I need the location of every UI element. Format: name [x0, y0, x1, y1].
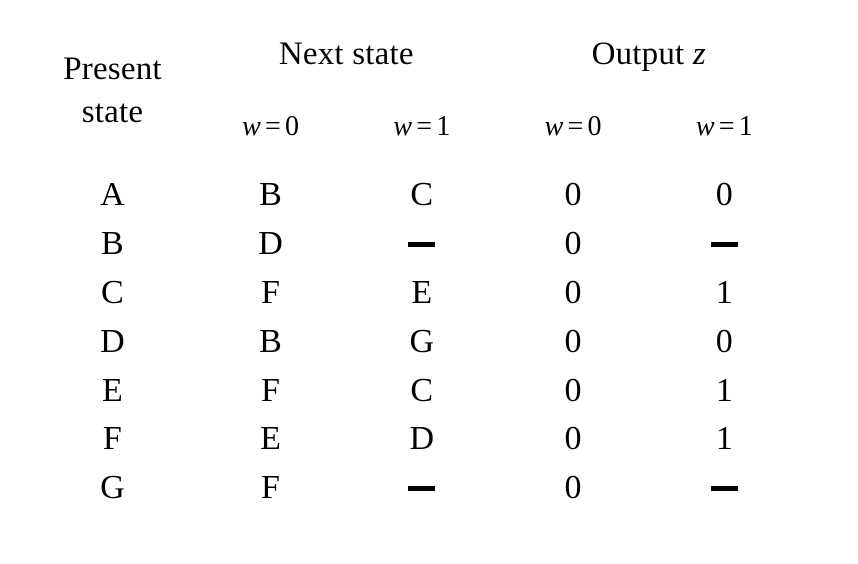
subheader-var-w: w [544, 110, 564, 142]
subheader-next-state-w1: w = 1 [346, 90, 498, 163]
table-row: ABC00 [30, 163, 800, 220]
dont-care-dash-icon [408, 486, 436, 492]
subheader-output-w0: w = 0 [497, 90, 649, 163]
cell-next-state-w0: E [195, 415, 347, 464]
subheader-equals: = [567, 110, 584, 142]
dont-care-dash-icon [710, 486, 738, 492]
table-row: DBG00 [30, 317, 800, 367]
header-row-group: Present state Next state Output z [30, 18, 800, 163]
subheader-var-w: w [695, 110, 715, 142]
subheader-value-0: 0 [587, 110, 602, 142]
cell-next-state-w1: C [346, 366, 498, 416]
cell-output-w1: 1 [648, 268, 800, 318]
cell-present-state: F [30, 415, 195, 464]
subheader-var-w: w [393, 110, 413, 142]
cell-next-state-w0: B [195, 317, 347, 367]
cell-output-w1: 1 [648, 415, 800, 464]
cell-next-state-w0: F [195, 366, 347, 416]
header-output-z: Output z [497, 18, 800, 90]
cell-present-state: A [30, 163, 195, 220]
table-header: Present state Next state Output z w = 0 w =… [30, 18, 800, 163]
cell-output-w0: 0 [497, 463, 649, 531]
cell-output-w0: 0 [497, 415, 649, 464]
table-row: BD 0 [30, 219, 800, 269]
table-body: ABC00BD0CFE01DBG00EFC01FED01GF0 [30, 163, 800, 531]
dont-care-dash-icon [408, 242, 436, 248]
cell-next-state-w1: G [346, 317, 498, 367]
subheader-value-1: 1 [738, 110, 753, 142]
subheader-equals: = [264, 110, 281, 142]
cell-present-state: D [30, 317, 195, 367]
cell-present-state: E [30, 366, 195, 416]
header-present-state: Present state [30, 18, 195, 163]
subheader-value-0: 0 [284, 110, 300, 142]
header-output-variable: z [692, 35, 706, 72]
table-row: GF 0 [30, 463, 800, 531]
cell-present-state: B [30, 219, 195, 269]
cell-next-state-w1: D [346, 415, 498, 464]
cell-present-state: G [30, 463, 195, 531]
subheader-value-1: 1 [436, 110, 451, 142]
cell-next-state-w1 [346, 219, 498, 269]
table-row: EFC01 [30, 366, 800, 416]
header-output-label: Output [591, 35, 685, 72]
cell-output-w0: 0 [497, 317, 649, 367]
cell-next-state-w1: E [346, 268, 498, 318]
table-row: FED01 [30, 415, 800, 464]
header-present-state-line1: Present [63, 50, 162, 87]
cell-next-state-w1 [346, 463, 498, 531]
cell-output-w1: 1 [648, 366, 800, 416]
header-next-state: Next state [195, 18, 498, 90]
cell-output-w1 [648, 219, 800, 269]
cell-output-w0: 0 [497, 163, 649, 220]
cell-output-w1: 0 [648, 163, 800, 220]
cell-output-w1 [648, 463, 800, 531]
cell-next-state-w0: F [195, 463, 347, 531]
cell-next-state-w1: C [346, 163, 498, 220]
dont-care-dash-icon [710, 242, 738, 248]
cell-output-w1: 0 [648, 317, 800, 367]
subheader-var-w: w [242, 110, 261, 142]
cell-next-state-w0: B [195, 163, 347, 220]
table-row: CFE01 [30, 268, 800, 318]
subheader-next-state-w0: w = 0 [195, 90, 347, 163]
subheader-output-w1: w = 1 [648, 90, 800, 163]
cell-output-w0: 0 [497, 219, 649, 269]
cell-next-state-w0: F [195, 268, 347, 318]
cell-output-w0: 0 [497, 268, 649, 318]
subheader-equals: = [416, 110, 433, 142]
state-transition-table: Present state Next state Output z w = 0 w =… [30, 18, 800, 531]
header-present-state-line2: state [81, 93, 144, 130]
cell-output-w0: 0 [497, 366, 649, 416]
cell-present-state: C [30, 268, 195, 318]
subheader-equals: = [718, 110, 735, 142]
state-table-container: Present state Next state Output z w = 0 w =… [30, 18, 800, 531]
cell-next-state-w0: D [195, 219, 347, 269]
